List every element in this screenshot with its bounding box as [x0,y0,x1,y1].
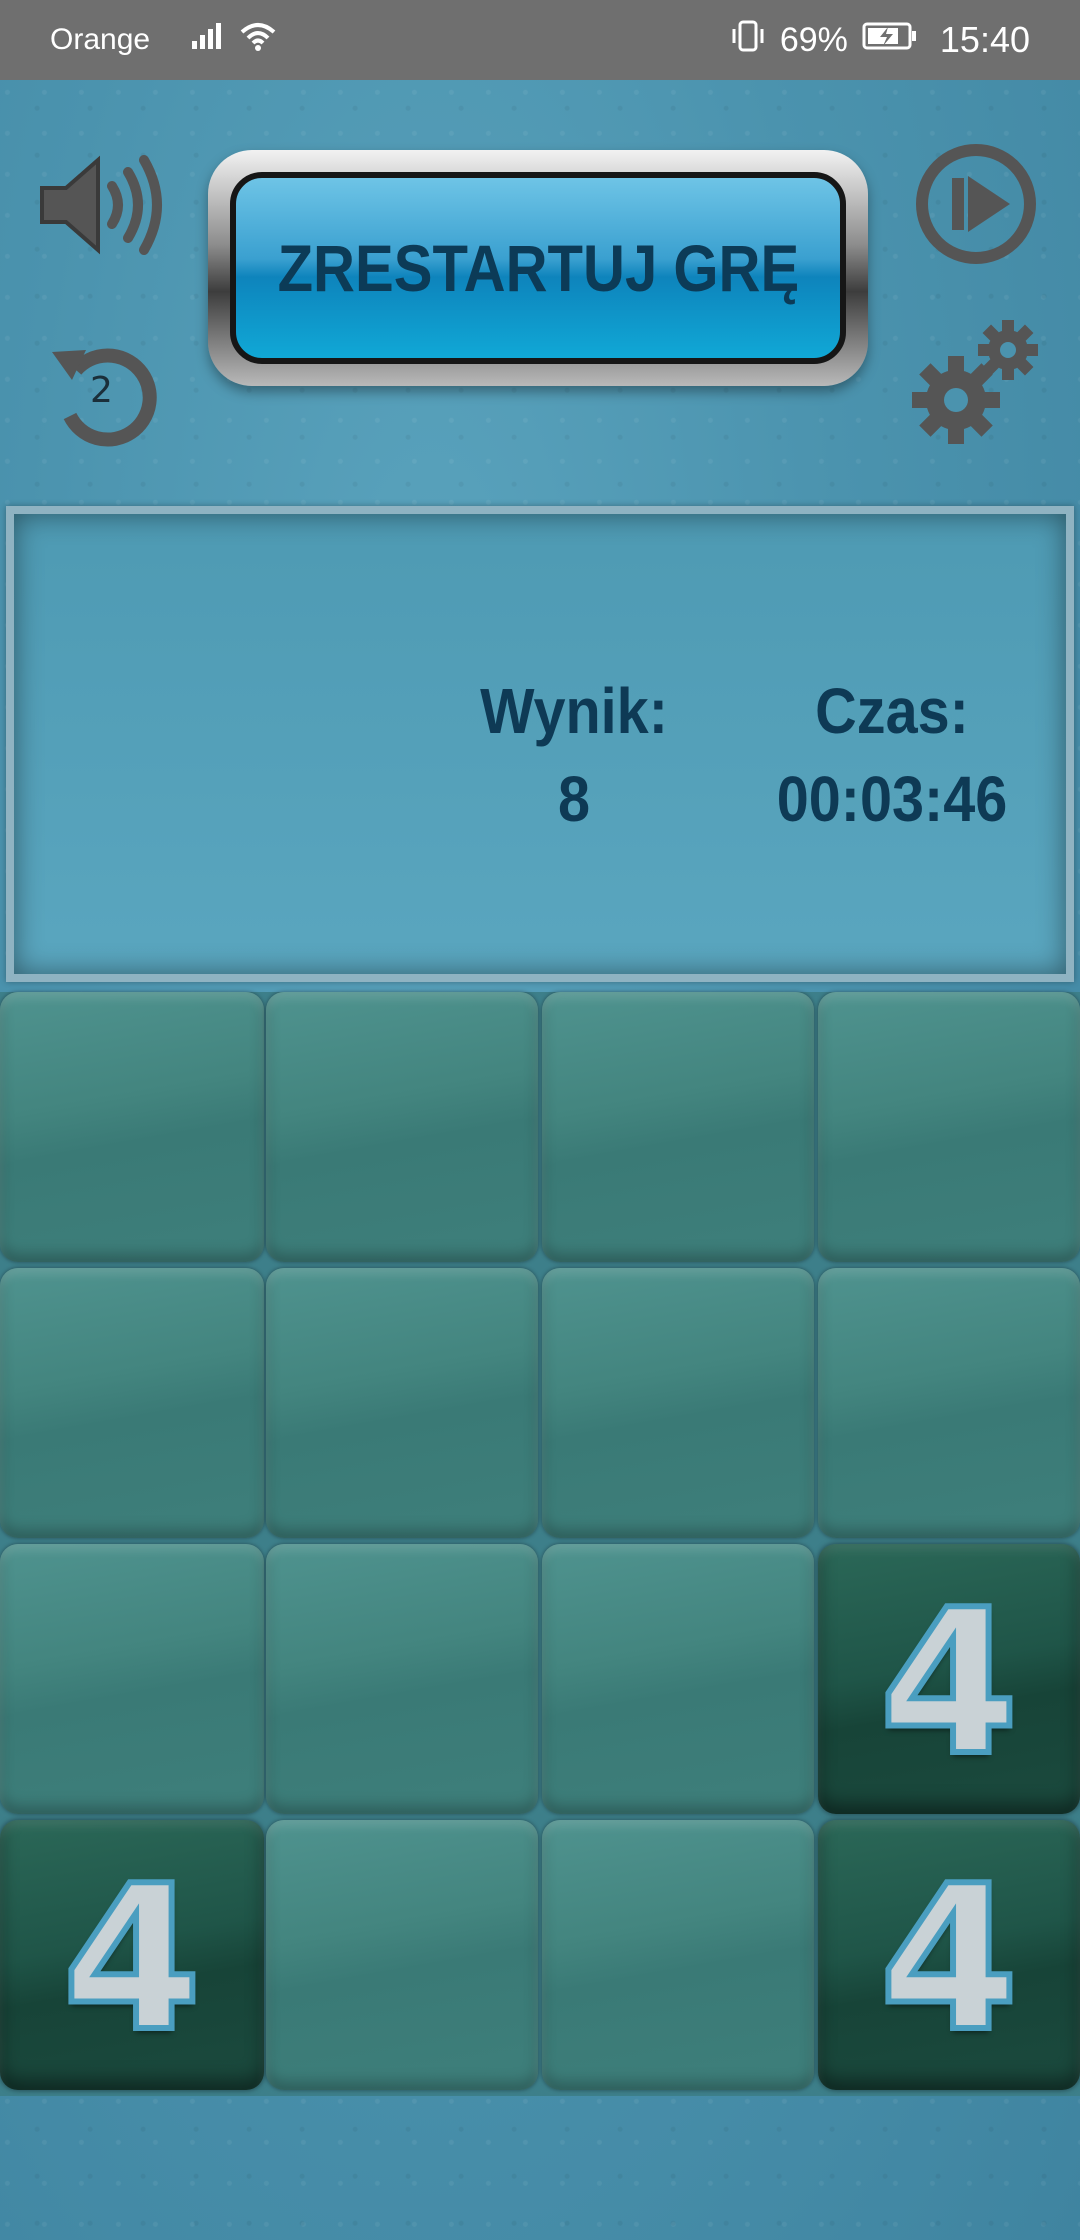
board-tile [266,1268,538,1538]
tile-value: 4 [876,1843,1021,2076]
board-tile [818,992,1080,1262]
board-tile: 4 [818,1820,1080,2090]
board-tile [0,1268,264,1538]
game-board[interactable]: 4 4 4 [0,992,1080,2096]
tile-value: 4 [876,1567,1021,1800]
board-tile [542,1544,814,1814]
restart-button[interactable]: ZRESTARTUJ GRĘ [230,172,846,364]
clock: 15:40 [939,19,1030,60]
board-tile [266,1820,538,2090]
board-tile [818,1268,1080,1538]
board-tile [0,992,264,1262]
carrier-label: Orange [50,23,151,56]
score-value: 8 [557,763,591,835]
board-tile [0,1544,264,1814]
board-tile [542,992,814,1262]
sound-button[interactable] [36,150,172,260]
undo-button[interactable]: 2 [46,330,166,450]
tile-value: 4 [59,1843,204,2076]
wifi-icon [238,20,278,60]
signal-icon [190,21,224,59]
battery-percent: 69% [779,20,848,59]
board-tile [266,992,538,1262]
score-label: Wynik: [480,675,668,747]
vibrate-icon [730,19,766,62]
board-tile [542,1268,814,1538]
play-button[interactable] [912,140,1040,268]
score-panel: Wynik: 8 Czas: 00:03:46 [6,506,1074,982]
board-tile [542,1820,814,2090]
time-value: 00:03:46 [776,763,1008,835]
board-tile [266,1544,538,1814]
speaker-icon [40,155,162,255]
board-tile: 4 [0,1820,264,2090]
restart-label: ZRESTARTUJ GRĘ [277,231,799,305]
board-tile: 4 [818,1544,1080,1814]
undo-count: 2 [90,370,113,411]
time-label: Czas: [815,675,969,747]
restart-button-frame: ZRESTARTUJ GRĘ [208,150,868,386]
gears-icon [912,320,1038,444]
play-icon [916,144,1036,264]
battery-icon [862,21,918,60]
status-bar: Orange 69% 15:40 [0,0,1080,80]
settings-button[interactable] [910,316,1042,448]
